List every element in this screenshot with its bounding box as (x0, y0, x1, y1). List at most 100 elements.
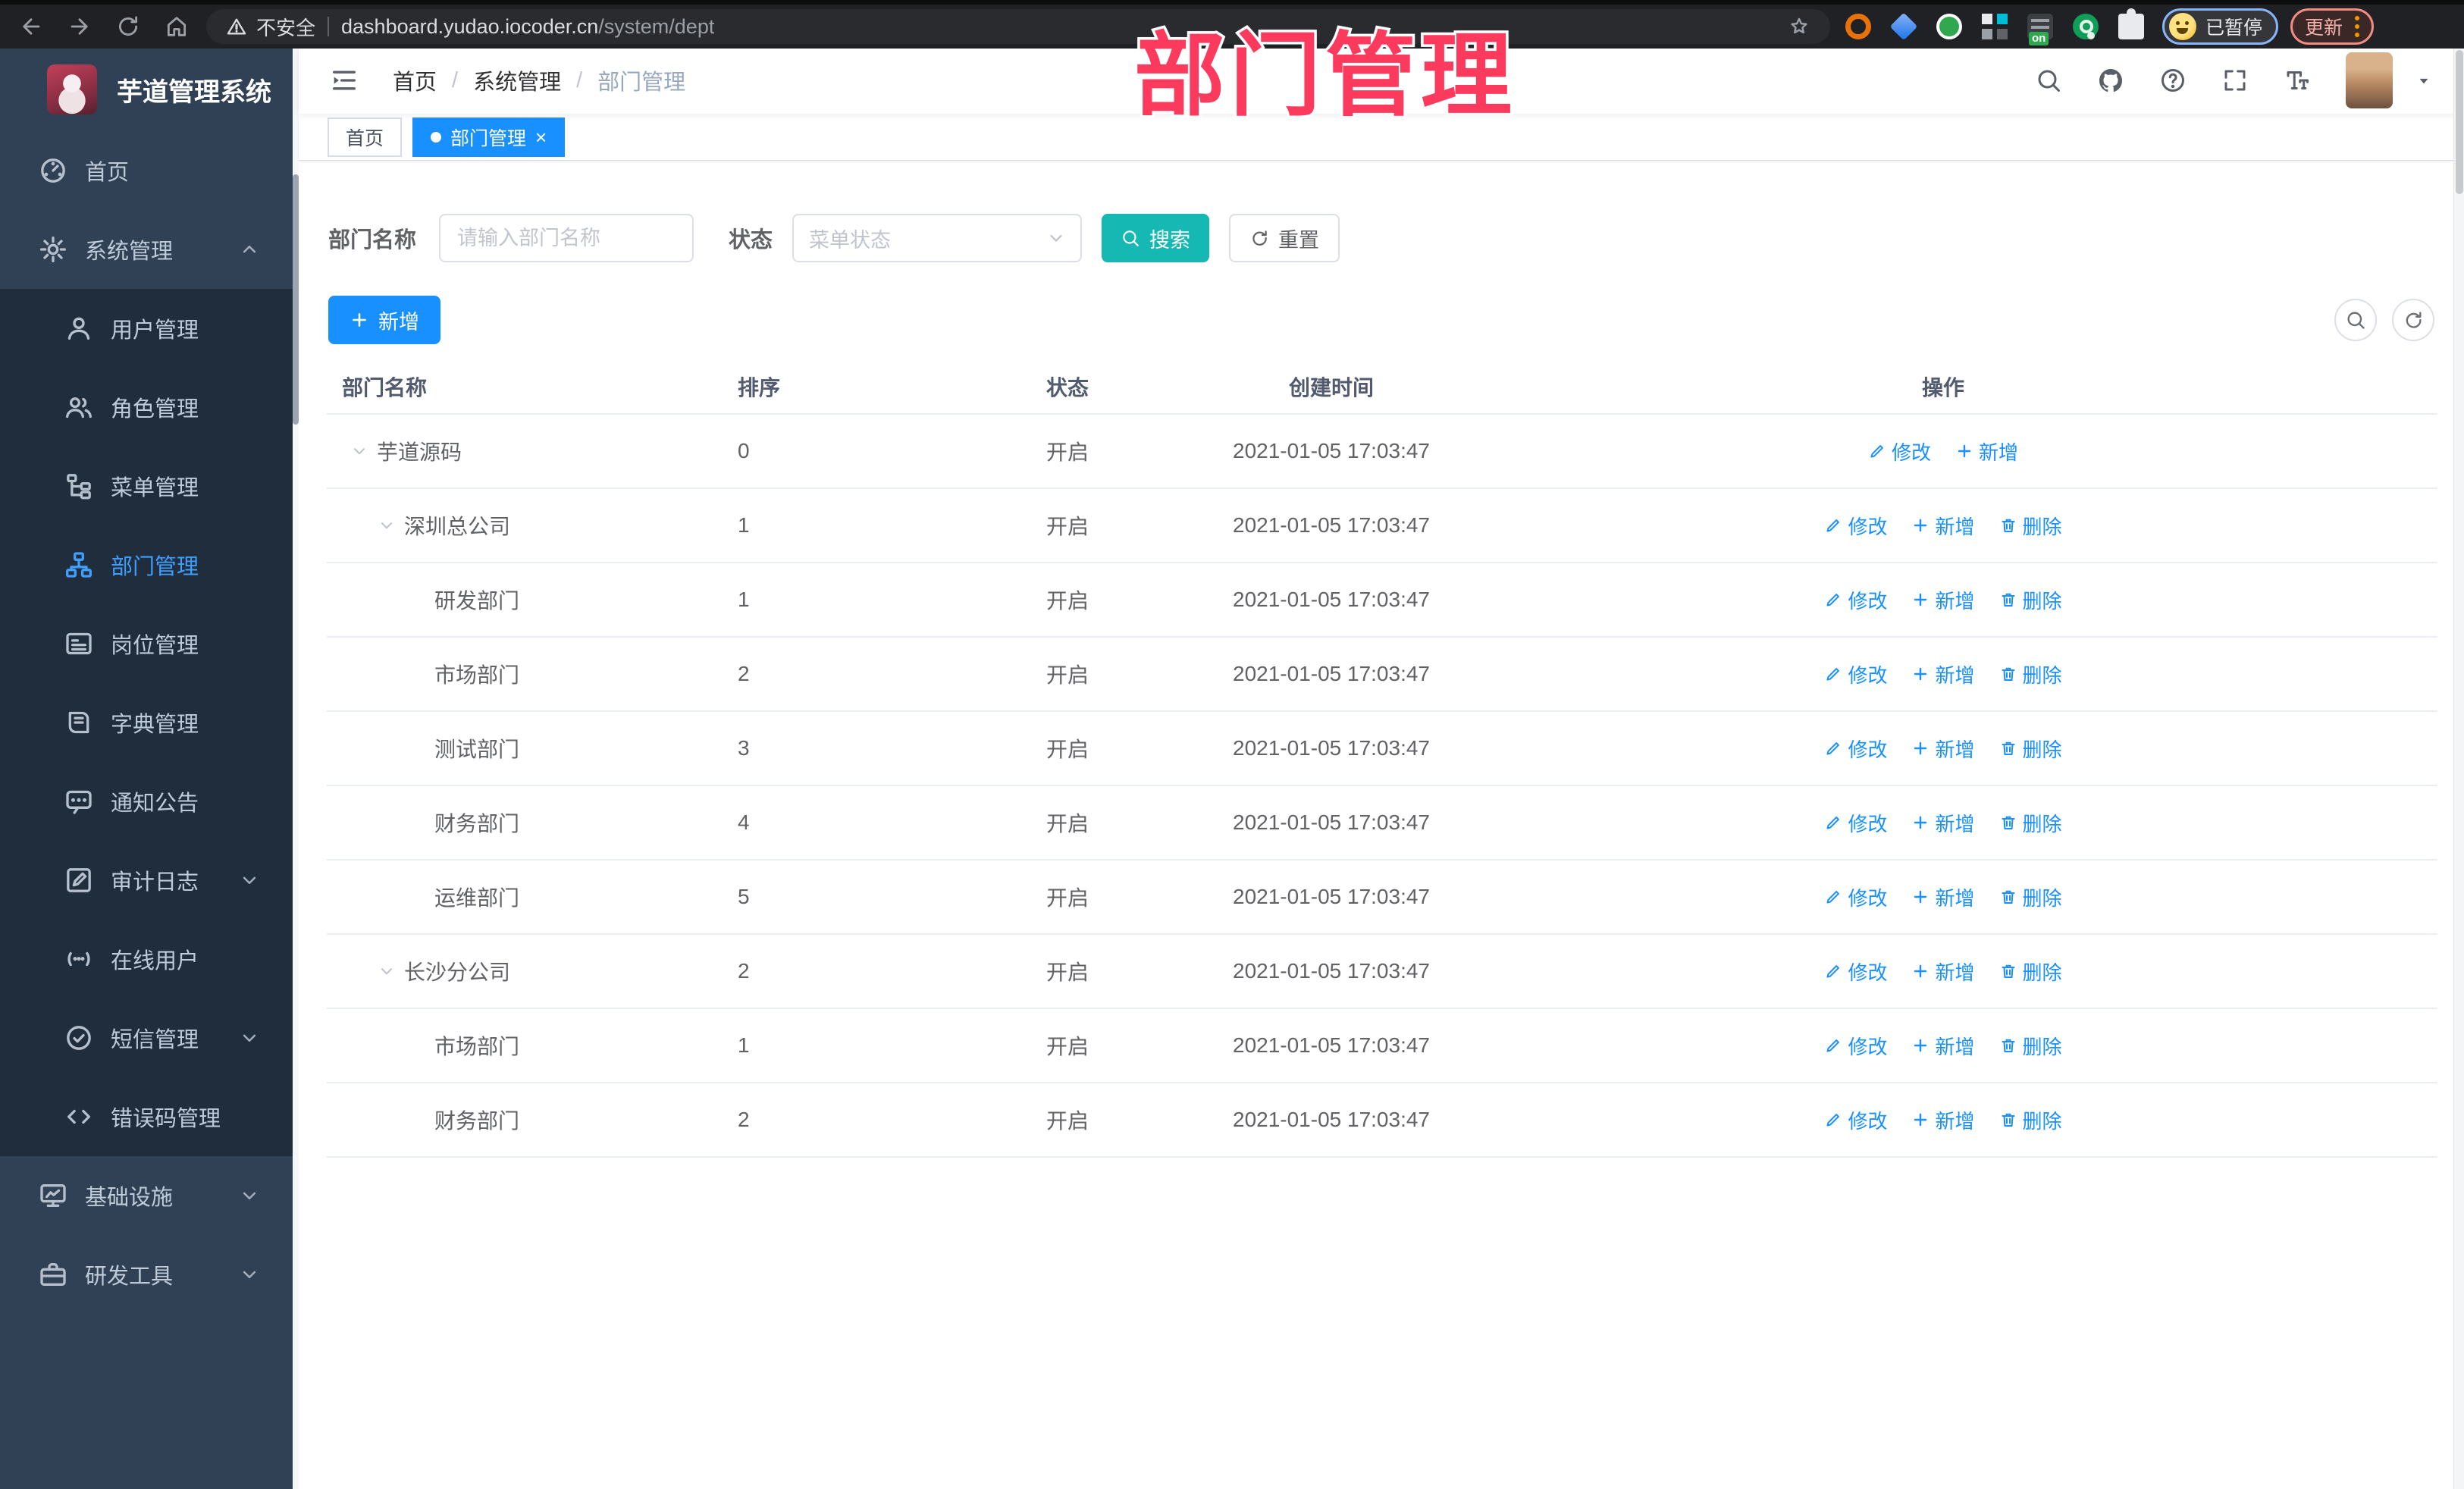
pencil-icon (1824, 665, 1842, 683)
row-action-edit[interactable]: 修改 (1824, 1032, 1887, 1060)
sidebar-item-home[interactable]: 首页 (0, 131, 293, 210)
row-action-add[interactable]: 新增 (1955, 437, 2018, 466)
tab-close-icon[interactable]: × (535, 127, 547, 147)
sidebar-item-audit[interactable]: 审计日志 (0, 841, 293, 920)
sidebar-item-sms[interactable]: 短信管理 (0, 998, 293, 1077)
extension-icon-grid[interactable] (1982, 14, 2008, 39)
fullscreen-icon[interactable] (2221, 67, 2249, 94)
sidebar-scrollbar[interactable] (293, 47, 299, 1489)
row-action-edit[interactable]: 修改 (1824, 809, 1887, 837)
add-dept-button[interactable]: 新增 (328, 296, 440, 344)
forward-icon[interactable] (67, 14, 92, 39)
toggle-search-button[interactable] (2334, 299, 2377, 341)
row-action-delete[interactable]: 删除 (1999, 1106, 2062, 1134)
row-action-delete[interactable]: 删除 (1999, 735, 2062, 763)
breadcrumb-current: 部门管理 (597, 71, 686, 95)
expand-chevron-icon[interactable] (377, 516, 397, 535)
row-action-edit[interactable]: 修改 (1824, 586, 1887, 614)
sidebar-item-errcode[interactable]: 错误码管理 (0, 1077, 293, 1156)
sidebar-item-online[interactable]: 在线用户 (0, 920, 293, 998)
back-icon[interactable] (18, 14, 44, 39)
collapse-sidebar-icon[interactable] (329, 65, 359, 96)
search-button[interactable]: 搜索 (1102, 214, 1210, 262)
sidebar-item-role[interactable]: 角色管理 (0, 368, 293, 447)
sidebar-item-dept[interactable]: 部门管理 (0, 525, 293, 604)
page-scrollbar-thumb[interactable] (2456, 50, 2463, 194)
extension-icon-blue-gem[interactable] (1889, 12, 1918, 41)
breadcrumb-home[interactable]: 首页 (393, 64, 437, 96)
row-action-add[interactable]: 新增 (1911, 1106, 1975, 1134)
row-action-edit[interactable]: 修改 (1824, 958, 1887, 986)
row-action-add[interactable]: 新增 (1911, 958, 1975, 986)
chevron-up-icon (238, 238, 261, 261)
row-action-delete[interactable]: 删除 (1999, 660, 2062, 688)
app-logo-row[interactable]: 芋道管理系统 (0, 47, 299, 132)
row-action-add[interactable]: 新增 (1911, 883, 1975, 911)
table-row: 财务部门 4 开启 2021-01-05 17:03:47 修改 新增 删除 (327, 786, 2437, 860)
row-action-delete[interactable]: 删除 (1999, 586, 2062, 614)
row-action-delete[interactable]: 删除 (1999, 809, 2062, 837)
row-action-edit[interactable]: 修改 (1824, 735, 1887, 763)
security-indicator[interactable]: 不安全 (226, 13, 315, 41)
action-label: 修改 (1891, 440, 1931, 464)
refresh-table-button[interactable] (2392, 299, 2434, 341)
extension-icon-orange-ring[interactable] (1845, 14, 1871, 39)
sidebar-item-infra[interactable]: 基础设施 (0, 1156, 293, 1235)
tab-home[interactable]: 首页 (328, 117, 403, 157)
row-action-add[interactable]: 新增 (1911, 660, 1975, 688)
browser-update-button[interactable]: 更新 (2290, 8, 2375, 45)
page-scrollbar[interactable] (2453, 47, 2464, 1489)
row-action-edit[interactable]: 修改 (1824, 660, 1887, 688)
row-action-add[interactable]: 新增 (1911, 1032, 1975, 1060)
action-label: 新增 (1935, 663, 1975, 687)
sidebar-item-menu[interactable]: 菜单管理 (0, 447, 293, 525)
extension-icon-green-circle[interactable] (1936, 14, 1962, 39)
browser-menu-icon[interactable] (2355, 16, 2360, 37)
reset-button[interactable]: 重置 (1229, 214, 1340, 262)
row-action-edit[interactable]: 修改 (1824, 1106, 1887, 1134)
row-action-add[interactable]: 新增 (1911, 809, 1975, 837)
row-action-add[interactable]: 新增 (1911, 512, 1975, 540)
row-action-edit[interactable]: 修改 (1824, 883, 1887, 911)
row-action-delete[interactable]: 删除 (1999, 958, 2062, 986)
action-label: 修改 (1848, 589, 1888, 613)
cell-sort: 1 (738, 588, 750, 611)
github-icon[interactable] (2097, 67, 2124, 94)
breadcrumb-system[interactable]: 系统管理 (473, 64, 561, 96)
status-select[interactable]: 菜单状态 (792, 214, 1083, 262)
bookmark-star-icon[interactable] (1788, 15, 1810, 38)
row-action-add[interactable]: 新增 (1911, 586, 1975, 614)
dept-name-input[interactable] (439, 214, 694, 262)
address-bar[interactable]: 不安全 dashboard.yudao.iocoder.cn/system/de… (206, 9, 1830, 44)
sidebar-item-notice[interactable]: 通知公告 (0, 762, 293, 841)
row-action-add[interactable]: 新增 (1911, 735, 1975, 763)
sidebar-item-user[interactable]: 用户管理 (0, 289, 293, 368)
chevron-down-icon (238, 1027, 261, 1049)
cell-created-time: 2021-01-05 17:03:47 (1233, 1108, 1430, 1131)
tab-dept-active[interactable]: 部门管理 × (412, 117, 566, 157)
sidebar-item-tools[interactable]: 研发工具 (0, 1235, 293, 1314)
row-action-delete[interactable]: 删除 (1999, 1032, 2062, 1060)
row-action-delete[interactable]: 删除 (1999, 883, 2062, 911)
sidebar-item-post[interactable]: 岗位管理 (0, 604, 293, 683)
sidebar-item-system[interactable]: 系统管理 (0, 210, 293, 289)
avatar-caret-icon[interactable] (2414, 71, 2434, 90)
browser-profile[interactable]: 已暂停 (2162, 8, 2279, 45)
row-action-edit[interactable]: 修改 (1868, 437, 1931, 466)
extension-icon-switcher[interactable]: on (2027, 14, 2053, 45)
help-icon[interactable] (2159, 67, 2187, 94)
action-label: 新增 (1979, 440, 2019, 464)
expand-chevron-icon[interactable] (350, 441, 369, 461)
extension-icon-key[interactable] (2073, 14, 2099, 39)
reload-icon[interactable] (115, 14, 141, 39)
sidebar-scrollbar-thumb[interactable] (293, 174, 299, 425)
user-avatar[interactable] (2346, 52, 2393, 108)
row-action-edit[interactable]: 修改 (1824, 512, 1887, 540)
extensions-puzzle-icon[interactable] (2118, 8, 2144, 39)
home-icon[interactable] (164, 14, 190, 39)
font-size-icon[interactable] (2284, 67, 2311, 94)
search-icon[interactable] (2035, 67, 2062, 94)
expand-chevron-icon[interactable] (377, 961, 397, 981)
sidebar-item-dict[interactable]: 字典管理 (0, 683, 293, 762)
row-action-delete[interactable]: 删除 (1999, 512, 2062, 540)
